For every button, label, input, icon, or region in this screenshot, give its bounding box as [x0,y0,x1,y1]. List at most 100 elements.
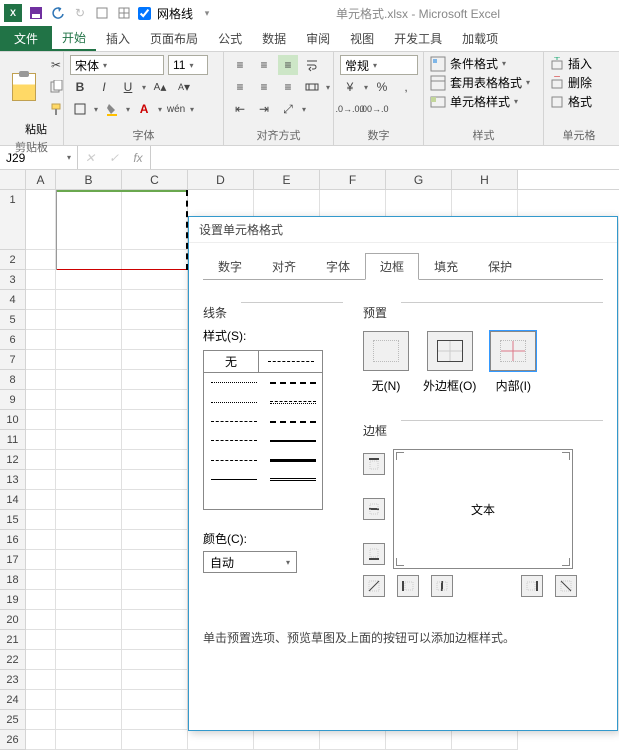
cell[interactable] [122,270,188,290]
border-right-button[interactable] [521,575,543,597]
redo-icon[interactable]: ↻ [72,5,88,21]
line-style-option[interactable] [263,412,322,431]
col-header[interactable]: B [56,170,122,189]
cell[interactable] [26,610,56,630]
cell[interactable] [26,510,56,530]
border-hmiddle-button[interactable] [363,498,385,520]
format-cells-button[interactable]: 格式 [550,93,592,110]
cell[interactable] [122,450,188,470]
row-header[interactable]: 9 [0,390,26,410]
decrease-decimal-icon[interactable]: .00→.0 [364,99,384,119]
cell[interactable] [26,570,56,590]
row-header[interactable]: 3 [0,270,26,290]
align-left-icon[interactable]: ≡ [230,77,250,97]
row-header[interactable]: 16 [0,530,26,550]
tab-developer[interactable]: 开发工具 [384,26,452,51]
border-button[interactable] [70,99,90,119]
qat-grid-icon[interactable] [116,5,132,21]
border-vmiddle-button[interactable] [431,575,453,597]
cell[interactable] [56,470,122,490]
dlg-tab-fill[interactable]: 填充 [419,253,473,280]
col-header[interactable]: E [254,170,320,189]
cell[interactable] [122,190,188,250]
tab-home[interactable]: 开始 [52,26,96,51]
file-tab[interactable]: 文件 [0,26,52,51]
cell[interactable] [320,730,386,750]
underline-button[interactable]: U [118,77,138,97]
gridlines-checkbox[interactable] [138,7,151,20]
table-format-button[interactable]: 套用表格格式▾ [430,74,530,91]
font-name-dropdown[interactable]: 宋体▾ [70,55,164,75]
border-diag-up-button[interactable] [363,575,385,597]
tab-pagelayout[interactable]: 页面布局 [140,26,208,51]
cell[interactable] [26,270,56,290]
select-all-corner[interactable] [0,170,26,189]
align-bottom-icon[interactable]: ≡ [278,55,298,75]
cell[interactable] [56,710,122,730]
cell[interactable] [122,630,188,650]
cell[interactable] [56,610,122,630]
col-header[interactable]: A [26,170,56,189]
border-left-button[interactable] [397,575,419,597]
preset-outline-button[interactable] [427,331,473,371]
cell[interactable] [26,530,56,550]
border-top-button[interactable] [363,453,385,475]
row-header[interactable]: 26 [0,730,26,750]
cell[interactable] [26,250,56,270]
cell[interactable] [26,290,56,310]
line-style-none[interactable]: 无 [203,350,259,373]
cell[interactable] [122,510,188,530]
delete-cells-button[interactable]: −删除 [550,74,592,91]
cell[interactable] [26,370,56,390]
line-style-option[interactable] [259,350,323,373]
merge-button[interactable] [302,77,322,97]
cell[interactable] [56,530,122,550]
currency-icon[interactable]: ¥ [340,77,360,97]
cell[interactable] [26,470,56,490]
insert-cells-button[interactable]: +插入 [550,55,592,72]
cell[interactable] [56,390,122,410]
cell[interactable] [26,630,56,650]
line-style-option[interactable] [263,373,322,392]
line-style-option[interactable] [204,412,263,431]
cell[interactable] [56,590,122,610]
increase-decimal-icon[interactable]: .0→.00 [340,99,360,119]
cell[interactable] [26,330,56,350]
cell[interactable] [26,310,56,330]
cell[interactable] [122,470,188,490]
font-size-dropdown[interactable]: 11▾ [168,55,208,75]
align-top-icon[interactable]: ≡ [230,55,250,75]
cell[interactable] [26,650,56,670]
cell[interactable] [122,570,188,590]
format-painter-icon[interactable] [46,99,66,119]
dlg-tab-number[interactable]: 数字 [203,253,257,280]
cell[interactable] [26,550,56,570]
cell[interactable] [26,690,56,710]
row-header[interactable]: 11 [0,430,26,450]
preset-none-button[interactable] [363,331,409,371]
align-center-icon[interactable]: ≡ [254,77,274,97]
cell[interactable] [56,550,122,570]
increase-indent-icon[interactable]: ⇥ [254,99,274,119]
cell[interactable] [122,690,188,710]
comma-icon[interactable]: , [396,77,416,97]
col-header[interactable]: D [188,170,254,189]
cell[interactable] [26,670,56,690]
cell[interactable] [56,270,122,290]
line-style-option[interactable] [204,373,263,392]
cell[interactable] [56,330,122,350]
tab-formulas[interactable]: 公式 [208,26,252,51]
cell[interactable] [122,370,188,390]
conditional-format-button[interactable]: 条件格式▾ [430,55,530,72]
cell[interactable] [56,370,122,390]
cell[interactable] [26,430,56,450]
line-style-option[interactable] [263,470,322,489]
undo-icon[interactable] [50,5,66,21]
percent-icon[interactable]: % [372,77,392,97]
cell[interactable] [122,710,188,730]
formula-bar[interactable] [150,146,619,169]
line-style-option[interactable] [263,451,322,470]
fill-color-button[interactable] [102,99,122,119]
cell[interactable] [56,450,122,470]
cell[interactable] [386,730,452,750]
